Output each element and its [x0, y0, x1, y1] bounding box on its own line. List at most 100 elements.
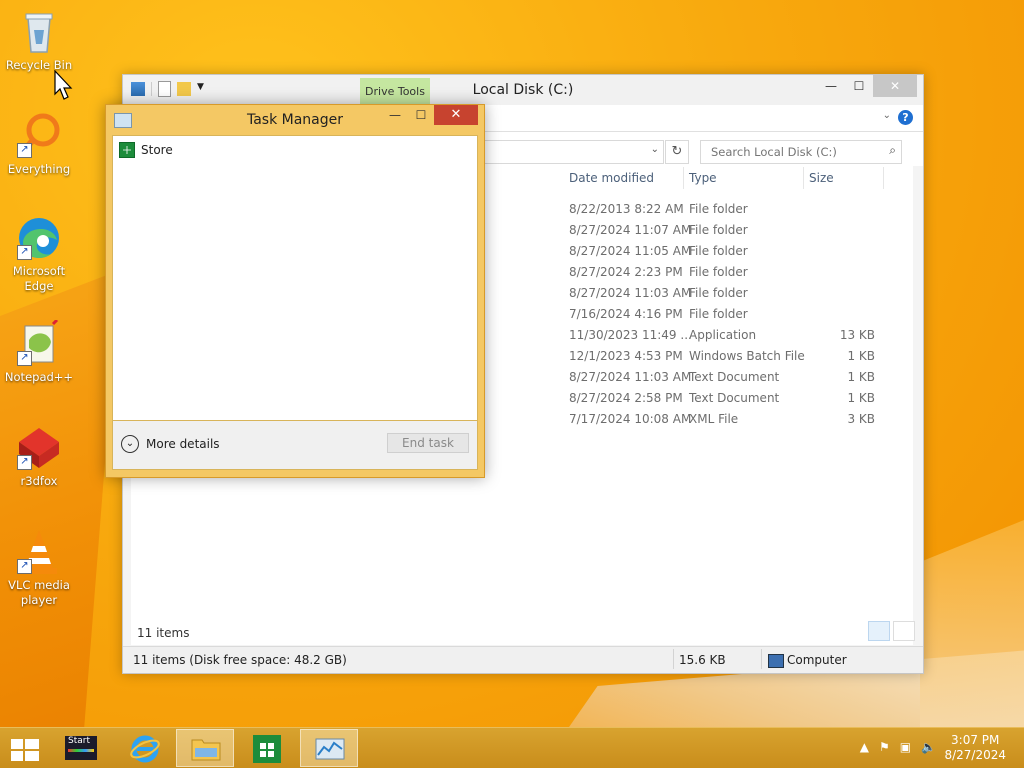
search-box[interactable]: ⌕ [700, 140, 902, 164]
file-size: 1 KB [847, 391, 875, 405]
show-hidden-icons-icon[interactable]: ▲ [860, 740, 869, 754]
desktop-icon-label: VLC media player [8, 578, 70, 607]
details-view-icon[interactable] [868, 621, 890, 641]
desktop-icon-label: Microsoft Edge [12, 264, 66, 293]
start-app-label: Start [68, 736, 90, 746]
task-manager-icon [315, 738, 345, 760]
maximize-button[interactable]: ☐ [408, 105, 434, 125]
file-type: File folder [689, 265, 748, 279]
file-size: 1 KB [847, 349, 875, 363]
r3dfox-icon: ↗ [15, 424, 63, 472]
notepadpp-icon: ↗ [15, 318, 63, 368]
file-date: 8/27/2024 11:03 AM [569, 286, 692, 300]
file-type: File folder [689, 202, 748, 216]
file-date: 8/27/2024 11:03 AM [569, 370, 692, 384]
color-strip-icon [68, 749, 94, 752]
recycle-bin-icon [15, 8, 63, 56]
divider [761, 649, 762, 669]
taskbar-start-menu-app[interactable]: Start [56, 729, 114, 767]
file-date: 8/27/2024 2:23 PM [569, 265, 683, 279]
file-date: 8/27/2024 11:07 AM [569, 223, 692, 237]
desktop-icon-label: Notepad++ [4, 370, 74, 384]
taskbar-task-manager[interactable] [300, 729, 358, 767]
taskbar-file-explorer[interactable] [176, 729, 234, 767]
file-date: 7/16/2024 4:16 PM [569, 307, 683, 321]
file-date: 8/27/2024 2:58 PM [569, 391, 683, 405]
more-details-button[interactable]: ⌄ More details [121, 435, 220, 453]
desktop-icon-r3dfox[interactable]: ↗ r3dfox [1, 424, 77, 489]
file-type: Text Document [689, 370, 780, 384]
clock-date: 8/27/2024 [944, 748, 1006, 762]
column-divider [883, 167, 884, 189]
end-task-button[interactable]: End task [387, 433, 469, 453]
start-button[interactable] [0, 729, 58, 767]
search-icon[interactable]: ⌕ [889, 143, 896, 158]
taskbar: Start ▲ ⚑ ▣ 🔈 3:07 PM 8/27/2024 [0, 727, 1024, 768]
store-icon [253, 735, 281, 763]
folder-icon [191, 739, 221, 761]
file-type: Application [689, 328, 757, 342]
shortcut-arrow-icon: ↗ [17, 455, 32, 470]
status-location: Computer [787, 653, 847, 667]
column-size[interactable]: Size [809, 171, 834, 185]
chevron-down-icon: ⌄ [121, 435, 139, 453]
shortcut-arrow-icon: ↗ [17, 143, 32, 158]
network-icon[interactable]: ▣ [900, 740, 911, 754]
app-name: Store [141, 143, 173, 157]
address-bar[interactable]: ⌄ [483, 140, 664, 164]
large-icons-view-icon[interactable] [893, 621, 915, 641]
minimize-button[interactable]: — [817, 75, 845, 97]
divider [673, 649, 674, 669]
taskbar-internet-explorer[interactable] [116, 729, 174, 767]
list-item[interactable]: Store [119, 142, 173, 158]
refresh-icon[interactable]: ↻ [665, 140, 689, 164]
address-dropdown-icon[interactable]: ⌄ [651, 144, 659, 155]
column-divider [803, 167, 804, 189]
status-bar: 11 items (Disk free space: 48.2 GB) 15.6… [123, 646, 923, 673]
desktop-icon-everything[interactable]: ↗ Everything [1, 112, 77, 177]
column-date-modified[interactable]: Date modified [569, 171, 654, 185]
mouse-cursor-icon [54, 70, 73, 100]
file-size: 13 KB [839, 328, 875, 342]
file-date: 8/22/2013 8:22 AM [569, 202, 684, 216]
close-button[interactable]: ✕ [873, 75, 917, 97]
close-button[interactable]: ✕ [434, 105, 478, 125]
vlc-cone-icon: ↗ [15, 528, 63, 576]
action-center-flag-icon[interactable]: ⚑ [879, 740, 890, 754]
status-size: 15.6 KB [679, 653, 726, 667]
column-type[interactable]: Type [689, 171, 717, 185]
taskbar-store[interactable] [238, 729, 296, 767]
desktop-icon-notepadpp[interactable]: ↗ Notepad++ [1, 318, 77, 385]
taskbar-clock[interactable]: 3:07 PM 8/27/2024 [944, 733, 1006, 763]
task-manager-window[interactable]: Task Manager — ☐ ✕ Store ⌄ More details … [105, 104, 485, 478]
running-apps-list[interactable]: Store [112, 135, 478, 421]
store-icon [119, 142, 135, 158]
file-type: File folder [689, 223, 748, 237]
file-date: 7/17/2024 10:08 AM [569, 412, 692, 426]
computer-icon [768, 654, 784, 668]
shortcut-arrow-icon: ↗ [17, 351, 32, 366]
explorer-titlebar[interactable]: ▼ Drive Tools Local Disk (C:) — ☐ ✕ [123, 75, 923, 105]
file-date: 8/27/2024 11:05 AM [569, 244, 692, 258]
more-details-label: More details [146, 437, 220, 451]
file-type: File folder [689, 286, 748, 300]
desktop-icon-edge[interactable]: ↗ Microsoft Edge [1, 214, 77, 294]
volume-muted-icon[interactable]: 🔈 [921, 740, 936, 754]
edge-browser-icon: ↗ [15, 214, 63, 262]
column-divider [683, 167, 684, 189]
expand-ribbon-icon[interactable]: ⌄ [883, 110, 891, 121]
start-menu-app-icon: Start [65, 736, 97, 760]
file-type: Windows Batch File [689, 349, 805, 363]
desktop-icon-label: r3dfox [20, 474, 58, 488]
search-input[interactable] [709, 144, 878, 160]
internet-explorer-icon [130, 735, 160, 763]
maximize-button[interactable]: ☐ [845, 75, 873, 97]
desktop-icon-recycle-bin[interactable]: Recycle Bin [1, 8, 77, 73]
file-size: 1 KB [847, 370, 875, 384]
file-type: XML File [689, 412, 739, 426]
help-icon[interactable]: ? [898, 110, 913, 125]
everything-app-icon: ↗ [15, 112, 63, 160]
minimize-button[interactable]: — [382, 105, 408, 125]
desktop-icon-vlc[interactable]: ↗ VLC media player [1, 528, 77, 608]
file-type: Text Document [689, 391, 780, 405]
